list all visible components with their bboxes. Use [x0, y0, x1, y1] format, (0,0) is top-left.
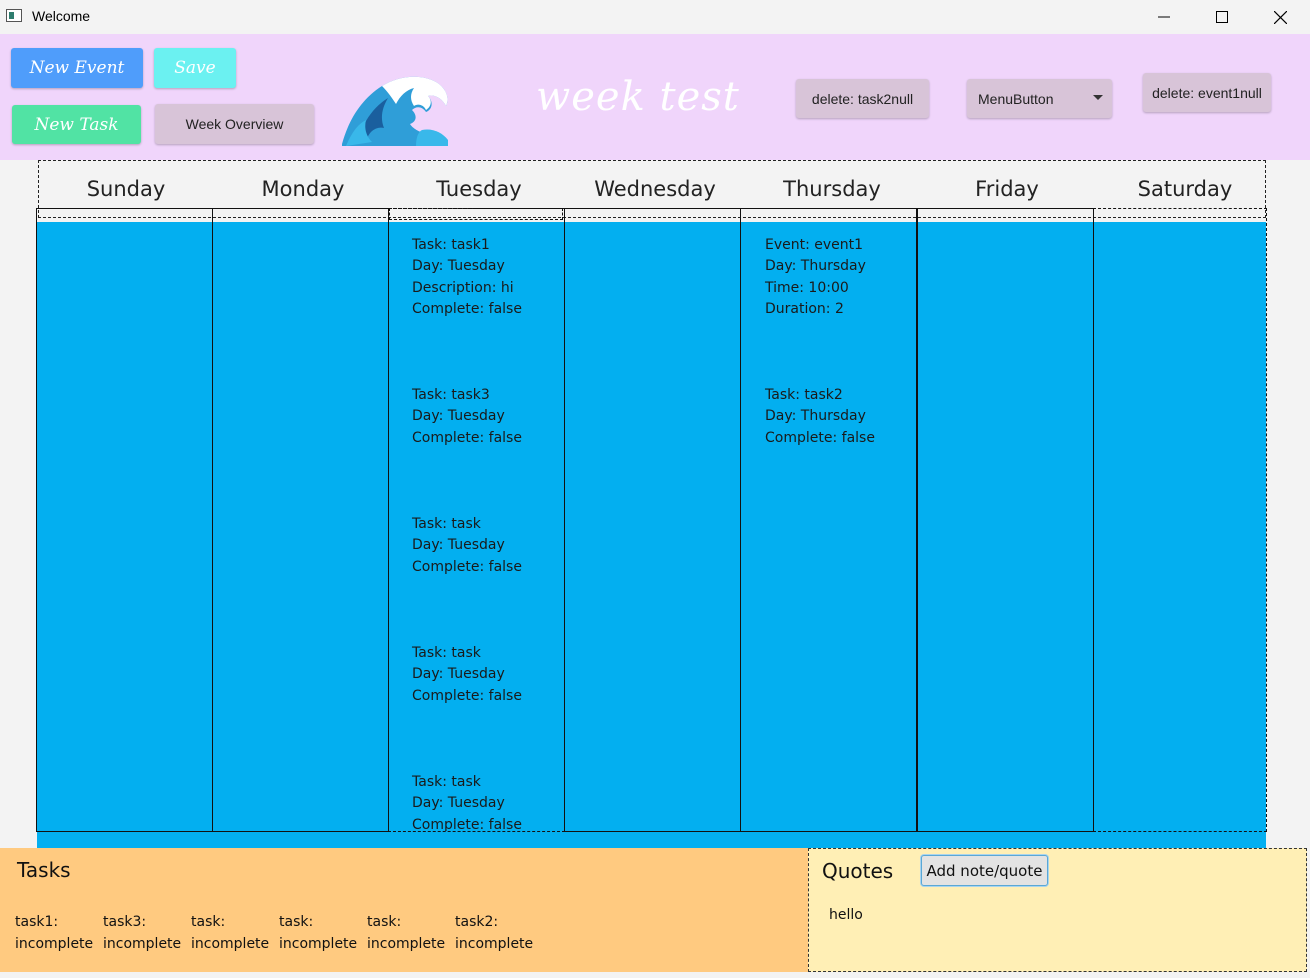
entry-line: Time: 10:00	[765, 279, 849, 296]
calendar-entry[interactable]: Task: task1 Day: Tuesday Description: hi…	[412, 235, 522, 320]
entry-line: Day: Thursday	[765, 408, 866, 425]
task-status-item: task2: incomplete	[455, 911, 533, 955]
day-header-sunday: Sunday	[86, 177, 166, 201]
task-status: incomplete	[279, 936, 358, 952]
entry-line: Task: task	[412, 645, 481, 661]
task-status: incomplete	[15, 936, 94, 952]
task-name: task3:	[103, 914, 147, 930]
entry-line: Day: Tuesday	[412, 408, 505, 425]
column-sunday[interactable]	[36, 208, 213, 832]
entry-line: Complete: false	[765, 429, 875, 446]
entry-line: Description: hi	[412, 279, 514, 296]
entry-line: Complete: false	[412, 816, 522, 831]
entry-line: Complete: false	[412, 300, 522, 317]
task-status-item: task: incomplete	[279, 911, 357, 955]
entry-line: Task: task2	[765, 387, 843, 403]
task-status-item: task3: incomplete	[103, 911, 181, 955]
task-status: incomplete	[455, 936, 534, 952]
task-status: incomplete	[103, 936, 182, 952]
task-status-item: task1: incomplete	[15, 911, 93, 955]
wave-icon	[342, 76, 448, 146]
entry-line: Day: Tuesday	[412, 666, 505, 683]
chevron-down-icon	[1093, 95, 1103, 100]
new-event-button[interactable]: New Event	[11, 48, 143, 88]
entry-line: Day: Tuesday	[412, 258, 505, 275]
calendar-entry[interactable]: Task: task2 Day: Thursday Complete: fals…	[765, 385, 875, 449]
task-name: task:	[279, 914, 314, 930]
task-status-item: task: incomplete	[191, 911, 269, 955]
task-status: incomplete	[367, 936, 446, 952]
delete-event-button[interactable]: delete: event1null	[1143, 73, 1271, 112]
entry-line: Complete: false	[412, 429, 522, 446]
calendar-entry[interactable]: Task: task Day: Tuesday Complete: false	[412, 772, 522, 831]
new-task-button[interactable]: New Task	[12, 105, 141, 144]
entry-line: Complete: false	[412, 558, 522, 575]
note-text: hello	[829, 907, 863, 923]
column-monday[interactable]	[212, 208, 389, 832]
calendar-entry[interactable]: Task: task Day: Tuesday Complete: false	[412, 643, 522, 707]
delete-task-button[interactable]: delete: task2null	[796, 79, 929, 118]
week-overview-button[interactable]: Week Overview	[155, 104, 314, 144]
day-header-tuesday: Tuesday	[436, 177, 522, 201]
close-icon[interactable]	[1257, 4, 1303, 30]
quotes-title: Quotes	[822, 859, 894, 883]
menu-button[interactable]: MenuButton	[967, 79, 1112, 118]
column-saturday[interactable]	[1093, 208, 1267, 832]
task-status: incomplete	[191, 936, 270, 952]
save-button[interactable]: Save	[154, 48, 236, 88]
calendar-entry[interactable]: Task: task Day: Tuesday Complete: false	[412, 514, 522, 578]
day-header-wednesday: Wednesday	[594, 177, 716, 201]
column-wednesday[interactable]	[564, 208, 741, 832]
task-name: task1:	[15, 914, 59, 930]
entry-line: Day: Tuesday	[412, 795, 505, 812]
task-name: task2:	[455, 914, 499, 930]
day-header-monday: Monday	[261, 177, 345, 201]
calendar-entry[interactable]: Task: task3 Day: Tuesday Complete: false	[412, 385, 522, 449]
menu-button-label: MenuButton	[978, 90, 1054, 107]
task-name: task:	[367, 914, 402, 930]
entry-line: Task: task3	[412, 387, 490, 403]
entry-line: Task: task1	[412, 237, 490, 253]
window-titlebar: Welcome	[0, 0, 1310, 34]
tasks-panel: Tasks task1: incomplete task3: incomplet…	[0, 848, 808, 972]
entry-line: Day: Tuesday	[412, 537, 505, 554]
day-header-friday: Friday	[975, 177, 1039, 201]
entry-line: Event: event1	[765, 237, 864, 253]
column-friday[interactable]	[917, 208, 1094, 832]
minimize-icon[interactable]	[1141, 4, 1187, 30]
entry-line: Day: Thursday	[765, 258, 866, 275]
entry-line: Task: task	[412, 774, 481, 790]
tasks-title: Tasks	[17, 858, 71, 882]
entry-line: Task: task	[412, 516, 481, 532]
week-title: week test	[536, 74, 740, 120]
task-name: task:	[191, 914, 226, 930]
day-header-saturday: Saturday	[1137, 177, 1233, 201]
task-status-item: task: incomplete	[367, 911, 445, 955]
window-title: Welcome	[32, 8, 91, 24]
tuesday-entries: Task: task1 Day: Tuesday Description: hi…	[389, 222, 563, 831]
add-note-button[interactable]: Add note/quote	[921, 855, 1048, 886]
calendar-entry[interactable]: Event: event1 Day: Thursday Time: 10:00 …	[765, 235, 866, 320]
quotes-panel: Quotes Add note/quote hello	[808, 848, 1307, 972]
app-icon	[6, 9, 22, 22]
maximize-icon[interactable]	[1199, 4, 1245, 30]
column-header-strip	[389, 208, 563, 220]
entry-line: Complete: false	[412, 687, 522, 704]
day-header-thursday: Thursday	[783, 177, 881, 201]
entry-line: Duration: 2	[765, 300, 844, 317]
